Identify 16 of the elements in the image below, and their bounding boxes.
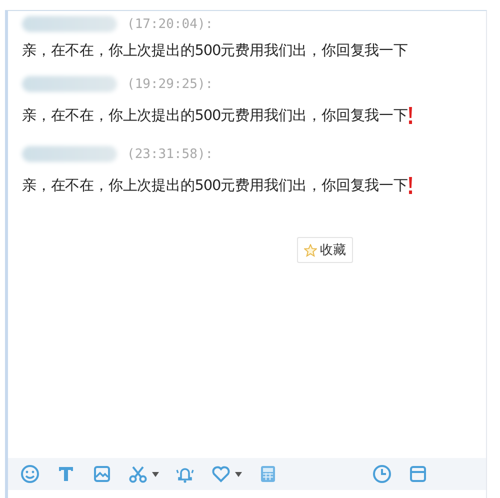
- calculator-icon[interactable]: [258, 464, 278, 484]
- message-time: (19:29:25):: [127, 76, 214, 92]
- star-icon: [304, 244, 317, 256]
- message-text: 亲，在不在，你上次提出的500元费用我们出，你回复我一下: [22, 176, 408, 194]
- window-icon[interactable]: [408, 464, 428, 484]
- emoji-icon[interactable]: [20, 464, 40, 484]
- bookmark-button[interactable]: 收藏: [297, 237, 353, 263]
- message-time: (23:31:58):: [127, 146, 214, 162]
- message-text: 亲，在不在，你上次提出的500元费用我们出，你回复我一下: [22, 42, 408, 60]
- heart-icon[interactable]: [211, 464, 242, 484]
- message-time: (17:20:04):: [127, 16, 214, 32]
- clock-icon[interactable]: [372, 464, 392, 484]
- image-icon[interactable]: [92, 464, 112, 484]
- font-icon[interactable]: [56, 464, 76, 484]
- scissors-icon[interactable]: [128, 464, 159, 484]
- message-text: 亲，在不在，你上次提出的500元费用我们出，你回复我一下: [22, 106, 408, 124]
